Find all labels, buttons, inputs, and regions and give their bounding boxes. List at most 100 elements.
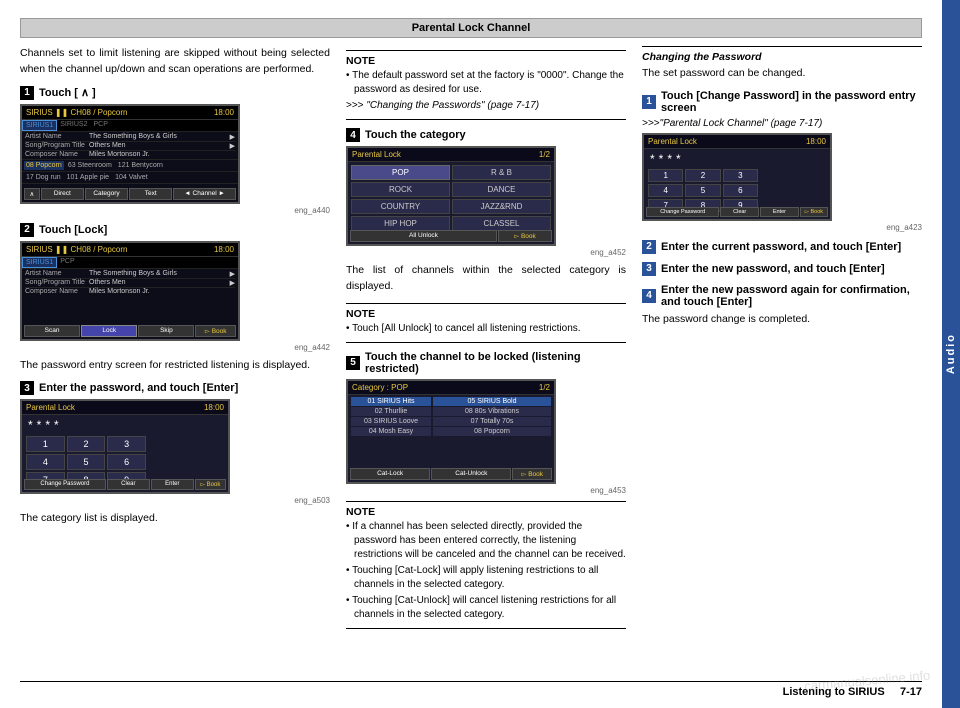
r-numpad-4[interactable]: 4 bbox=[648, 184, 683, 197]
cat-rock[interactable]: ROCK bbox=[351, 182, 450, 197]
r-numpad-3[interactable]: 3 bbox=[723, 169, 758, 182]
step2-label: Touch [Lock] bbox=[39, 224, 107, 236]
cat-hiphop[interactable]: HIP HOP bbox=[351, 216, 450, 231]
numpad-1[interactable]: 1 bbox=[26, 436, 65, 452]
cat-jazz[interactable]: JAZZ&RND bbox=[452, 199, 551, 214]
screen6-header: Parental Lock 18:00 bbox=[644, 135, 830, 149]
cat-rb[interactable]: R & B bbox=[452, 165, 551, 180]
numpad-3[interactable]: 3 bbox=[107, 436, 146, 452]
r-s6-btn-enter[interactable]: Enter bbox=[760, 207, 799, 217]
step2-number: 2 bbox=[20, 223, 34, 237]
note3-title: NOTE bbox=[346, 506, 626, 518]
ch-08[interactable]: 08 80s Vibrations bbox=[433, 407, 551, 416]
s2-val-artist: The Something Boys & Girls bbox=[89, 270, 177, 278]
cat-dance[interactable]: DANCE bbox=[452, 182, 551, 197]
note3-bullet3: • Touching [Cat-Unlock] will cancel list… bbox=[346, 594, 626, 622]
s4-btn-allunlock[interactable]: All Unlock bbox=[350, 230, 497, 242]
note2: NOTE • Touch [All Unlock] to cancel all … bbox=[346, 303, 626, 343]
r-s6-btn-book[interactable]: ▻ Book bbox=[800, 207, 828, 217]
screen4-header: Parental Lock 1/2 bbox=[348, 148, 554, 162]
cat-country[interactable]: COUNTRY bbox=[351, 199, 450, 214]
cat-pop[interactable]: POP bbox=[351, 165, 450, 180]
s3-btn-enter[interactable]: Enter bbox=[151, 479, 194, 490]
screen5: Category : POP 1/2 01 SIRIUS Hits 05 SIR… bbox=[346, 379, 556, 484]
screen3-title: Parental Lock bbox=[26, 403, 75, 412]
ch-05[interactable]: 05 SIRIUS Bold bbox=[433, 397, 551, 406]
numpad-6[interactable]: 6 bbox=[107, 454, 146, 470]
numpad-2[interactable]: 2 bbox=[67, 436, 106, 452]
s3-btn-clear[interactable]: Clear bbox=[107, 479, 150, 490]
s2-btn-skip[interactable]: Skip bbox=[138, 325, 194, 337]
s1-btn-text[interactable]: Text bbox=[129, 188, 172, 200]
r-numpad-1[interactable]: 1 bbox=[648, 169, 683, 182]
step4-header: 4 Touch the category bbox=[346, 128, 626, 142]
ch-04[interactable]: 04 Mosh Easy bbox=[351, 427, 431, 436]
r-step2-header: 2 Enter the current password, and touch … bbox=[642, 240, 922, 254]
ch-row2: 02 Thurllie 08 80s Vibrations bbox=[351, 407, 551, 416]
s3-btn-book[interactable]: ▻ Book bbox=[195, 479, 226, 490]
s1-btn-wedge[interactable]: ∧ bbox=[24, 188, 40, 200]
right-sidebar: Audio bbox=[942, 0, 960, 708]
ch-01[interactable]: 01 SIRIUS Hits bbox=[351, 397, 431, 406]
note1-bullet1: • The default password set at the factor… bbox=[346, 69, 626, 97]
screen2-header-left: SIRIUS ❚❚ CH08 / Popcorn bbox=[26, 245, 127, 254]
s1-btn-channel[interactable]: ◄ Channel ► bbox=[173, 188, 236, 200]
r-step4-label: Enter the new password again for confirm… bbox=[661, 284, 922, 308]
s1-btn-direct[interactable]: Direct bbox=[41, 188, 84, 200]
s1-ch63: 63 Steenroom bbox=[66, 161, 114, 170]
s2-btn-scan[interactable]: Scan bbox=[24, 325, 80, 337]
step5-header: 5 Touch the channel to be locked (listen… bbox=[346, 351, 626, 375]
cat-classel[interactable]: CLASSEL bbox=[452, 216, 551, 231]
right-column: Changing the Password The set password c… bbox=[642, 46, 922, 675]
r-numpad-5[interactable]: 5 bbox=[685, 184, 720, 197]
s1-val-comp: Miles Mortonson Jr. bbox=[89, 151, 150, 158]
r-numpad-6[interactable]: 6 bbox=[723, 184, 758, 197]
note2-text: • Touch [All Unlock] to cancel all liste… bbox=[346, 322, 626, 336]
r-s6-btn-changepw[interactable]: Change Password bbox=[646, 207, 719, 217]
s1-ch104: 104 Valvet bbox=[113, 173, 150, 182]
r-step2-label: Enter the current password, and touch [E… bbox=[661, 241, 901, 253]
screen4-page: 1/2 bbox=[539, 150, 550, 159]
screen3-btns: Change Password Clear Enter ▻ Book bbox=[24, 479, 226, 490]
changing-password-desc: The set password can be changed. bbox=[642, 66, 922, 82]
r-step1-number: 1 bbox=[642, 95, 656, 109]
page-number: 7-17 bbox=[900, 686, 922, 698]
s3-btn-changepw[interactable]: Change Password bbox=[24, 479, 106, 490]
s1-label-artist: Artist Name bbox=[25, 133, 85, 141]
s4-btn-book[interactable]: ▻ Book bbox=[498, 230, 552, 242]
ch-02[interactable]: 02 Thurllie bbox=[351, 407, 431, 416]
screen5-header: Category : POP 1/2 bbox=[348, 381, 554, 395]
ch-row3: 03 SIRIUS Loove 07 Totally 70s bbox=[351, 417, 551, 426]
s2-btn-lock[interactable]: Lock bbox=[81, 325, 137, 337]
s5-btn-book[interactable]: ▻ Book bbox=[512, 468, 552, 480]
r-step4-header: 4 Enter the new password again for confi… bbox=[642, 284, 922, 308]
r-numpad-2[interactable]: 2 bbox=[685, 169, 720, 182]
section-title: Parental Lock Channel bbox=[20, 18, 922, 38]
screen5-title: Category : POP bbox=[352, 383, 408, 392]
s2-btn-book[interactable]: ▻ Book bbox=[195, 325, 236, 337]
note1-text: • The default password set at the factor… bbox=[346, 69, 626, 113]
numpad-5[interactable]: 5 bbox=[67, 454, 106, 470]
r-step1-sub: >>>"Parental Lock Channel" (page 7-17) bbox=[642, 118, 922, 129]
step2-header: 2 Touch [Lock] bbox=[20, 223, 330, 237]
screen6-dots: **** bbox=[648, 151, 826, 167]
s1-btn-category[interactable]: Category bbox=[85, 188, 128, 200]
r-step4-number: 4 bbox=[642, 289, 656, 303]
numpad-4[interactable]: 4 bbox=[26, 454, 65, 470]
s2-arrow2: ▶ bbox=[230, 279, 235, 287]
ch-07[interactable]: 07 Totally 70s bbox=[433, 417, 551, 426]
screen4-label: eng_a452 bbox=[346, 248, 626, 257]
s5-btn-catlock[interactable]: Cat-Lock bbox=[350, 468, 430, 480]
s5-btn-catunlock[interactable]: Cat-Unlock bbox=[431, 468, 511, 480]
ch-08b[interactable]: 08 Popcorn bbox=[433, 427, 551, 436]
note3-bullet1: • If a channel has been selected directl… bbox=[346, 520, 626, 562]
r-s6-btn-clear[interactable]: Clear bbox=[720, 207, 759, 217]
screen5-label: eng_a453 bbox=[346, 486, 626, 495]
ch-03[interactable]: 03 SIRIUS Loove bbox=[351, 417, 431, 426]
step3-number: 3 bbox=[20, 381, 34, 395]
ch-row4: 04 Mosh Easy 08 Popcorn bbox=[351, 427, 551, 436]
step3-desc: The category list is displayed. bbox=[20, 511, 330, 527]
screen2-time: 18:00 bbox=[214, 245, 234, 254]
ch-row1: 01 SIRIUS Hits 05 SIRIUS Bold bbox=[351, 397, 551, 406]
screen4-btns: All Unlock ▻ Book bbox=[350, 230, 552, 242]
